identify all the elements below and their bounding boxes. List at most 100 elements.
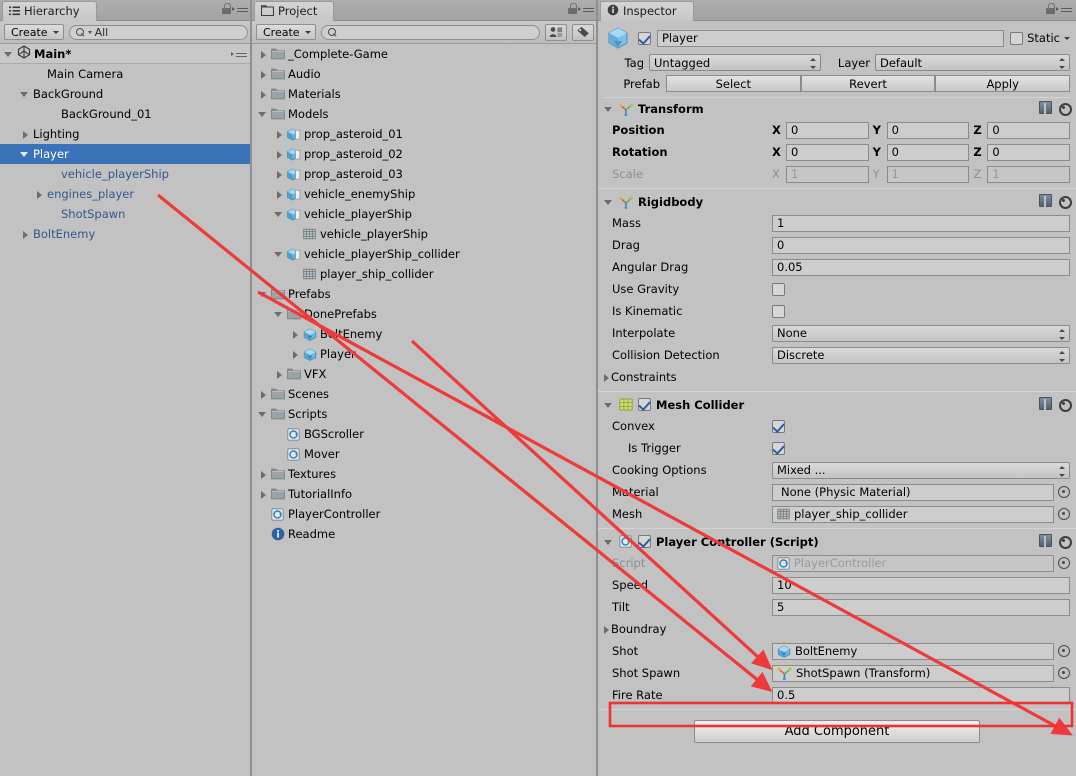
chevron-right-icon[interactable] — [258, 389, 268, 399]
chevron-right-icon[interactable] — [274, 169, 284, 179]
hierarchy-item-boltenemy[interactable]: BoltEnemy — [0, 224, 252, 244]
project-item-prop-asteroid-03[interactable]: prop_asteroid_03 — [252, 164, 598, 184]
object-field[interactable]: BoltEnemy — [772, 642, 1054, 660]
chevron-down-icon[interactable] — [258, 409, 268, 419]
object-field[interactable]: None (Physic Material) — [772, 483, 1054, 501]
chevron-right-icon[interactable] — [601, 624, 611, 634]
text-input[interactable]: 10 — [772, 576, 1070, 594]
project-item-boltenemy[interactable]: BoltEnemy — [252, 324, 598, 344]
tag-dropdown[interactable]: Untagged — [649, 54, 821, 71]
axis-x-input[interactable]: 0 — [786, 121, 869, 139]
project-item-textures[interactable]: Textures — [252, 464, 598, 484]
chevron-right-icon[interactable] — [258, 469, 268, 479]
object-picker-icon[interactable] — [1058, 508, 1070, 520]
tab-inspector[interactable]: Inspector — [600, 1, 694, 21]
project-item-prefabs[interactable]: Prefabs — [252, 284, 598, 304]
chevron-right-icon[interactable] — [258, 49, 268, 59]
axis-z-input[interactable]: 0 — [987, 143, 1071, 161]
text-input[interactable]: 5 — [772, 598, 1070, 616]
chevron-right-icon[interactable] — [601, 372, 611, 382]
help-icon[interactable] — [1039, 194, 1052, 207]
chevron-down-icon[interactable] — [274, 249, 284, 259]
project-create-button[interactable]: Create — [256, 24, 316, 40]
chevron-right-icon[interactable] — [290, 329, 300, 339]
chevron-right-icon[interactable] — [20, 129, 30, 139]
object-picker-icon[interactable] — [1058, 486, 1070, 498]
object-name-field[interactable]: Player — [657, 29, 1005, 47]
axis-z-input[interactable]: 0 — [987, 121, 1071, 139]
lock-icon[interactable] — [1046, 3, 1055, 14]
hierarchy-item-engines-player[interactable]: engines_player — [0, 184, 252, 204]
object-field[interactable]: ShotSpawn (Transform) — [772, 664, 1054, 682]
lock-icon[interactable] — [568, 3, 577, 14]
chevron-right-icon[interactable] — [258, 489, 268, 499]
chevron-down-icon[interactable] — [604, 104, 614, 114]
help-icon[interactable] — [1039, 101, 1052, 114]
hierarchy-menu-icon[interactable] — [232, 4, 248, 14]
hierarchy-item-background-01[interactable]: BackGround_01 — [0, 104, 252, 124]
chevron-down-icon[interactable] — [20, 89, 30, 99]
chevron-down-icon[interactable] — [4, 49, 14, 59]
hierarchy-item-vehicle-playership[interactable]: vehicle_playerShip — [0, 164, 252, 184]
component-header-mesh-collider[interactable]: Mesh Collider — [598, 394, 1076, 415]
project-item-prop-asteroid-01[interactable]: prop_asteroid_01 — [252, 124, 598, 144]
add-component-button[interactable]: Add Component — [694, 720, 980, 743]
gear-icon[interactable] — [1057, 194, 1072, 209]
object-enabled-checkbox[interactable] — [638, 31, 651, 45]
project-item-tutorialinfo[interactable]: TutorialInfo — [252, 484, 598, 504]
toggle-checkbox[interactable] — [772, 441, 785, 455]
help-icon[interactable] — [1039, 534, 1052, 547]
project-item-playercontroller[interactable]: PlayerController — [252, 504, 598, 524]
component-header-rigidbody[interactable]: Rigidbody — [598, 191, 1076, 212]
toggle-checkbox[interactable] — [772, 282, 785, 296]
component-header-transform[interactable]: Transform — [598, 98, 1076, 119]
component-enabled-checkbox[interactable] — [638, 398, 651, 411]
dropdown[interactable]: Mixed ... — [772, 461, 1070, 479]
component-enabled-checkbox[interactable] — [638, 535, 651, 548]
chevron-down-icon[interactable] — [20, 149, 30, 159]
axis-y-input[interactable]: 0 — [886, 143, 970, 161]
project-item-models[interactable]: Models — [252, 104, 598, 124]
hierarchy-item-lighting[interactable]: Lighting — [0, 124, 252, 144]
axis-z-input[interactable]: 1 — [987, 165, 1071, 183]
chevron-down-icon[interactable] — [604, 197, 614, 207]
object-picker-icon[interactable] — [1058, 667, 1070, 679]
scene-root-row[interactable]: Main* — [0, 44, 252, 64]
type-filter-icon[interactable] — [545, 23, 567, 41]
inspector-menu-icon[interactable] — [1056, 4, 1072, 14]
chevron-right-icon[interactable] — [274, 189, 284, 199]
hierarchy-item-background[interactable]: BackGround — [0, 84, 252, 104]
lock-icon[interactable] — [222, 3, 231, 14]
project-item-scripts[interactable]: Scripts — [252, 404, 598, 424]
project-item-player[interactable]: Player — [252, 344, 598, 364]
chevron-down-icon[interactable] — [258, 109, 268, 119]
object-field[interactable]: player_ship_collider — [772, 505, 1054, 523]
project-item-vehicle-playership[interactable]: vehicle_playerShip — [252, 224, 598, 244]
toggle-checkbox[interactable] — [772, 419, 785, 433]
component-header-player-controller-script[interactable]: Player Controller (Script) — [598, 531, 1076, 552]
chevron-right-icon[interactable] — [290, 349, 300, 359]
chevron-right-icon[interactable] — [274, 149, 284, 159]
text-input[interactable]: 1 — [772, 214, 1070, 232]
scene-menu-icon[interactable] — [231, 49, 247, 59]
object-field[interactable]: PlayerController — [772, 554, 1054, 572]
dropdown[interactable]: Discrete — [772, 346, 1070, 364]
project-item-bgscroller[interactable]: BGScroller — [252, 424, 598, 444]
axis-x-input[interactable]: 0 — [786, 143, 869, 161]
object-picker-icon[interactable] — [1058, 557, 1070, 569]
prefab-select-button[interactable]: Select — [666, 75, 801, 92]
hierarchy-create-button[interactable]: Create — [4, 24, 64, 40]
help-icon[interactable] — [1039, 397, 1052, 410]
project-item-player-ship-collider[interactable]: player_ship_collider — [252, 264, 598, 284]
object-picker-icon[interactable] — [1058, 645, 1070, 657]
project-item-doneprefabs[interactable]: DonePrefabs — [252, 304, 598, 324]
project-item-vfx[interactable]: VFX — [252, 364, 598, 384]
project-item-vehicle-playership-collider[interactable]: vehicle_playerShip_collider — [252, 244, 598, 264]
chevron-down-icon[interactable] — [258, 289, 268, 299]
chevron-right-icon[interactable] — [258, 89, 268, 99]
chevron-right-icon[interactable] — [274, 369, 284, 379]
hierarchy-item-main-camera[interactable]: Main Camera — [0, 64, 252, 84]
gear-icon[interactable] — [1057, 534, 1072, 549]
chevron-down-icon[interactable] — [274, 309, 284, 319]
project-item-materials[interactable]: Materials — [252, 84, 598, 104]
